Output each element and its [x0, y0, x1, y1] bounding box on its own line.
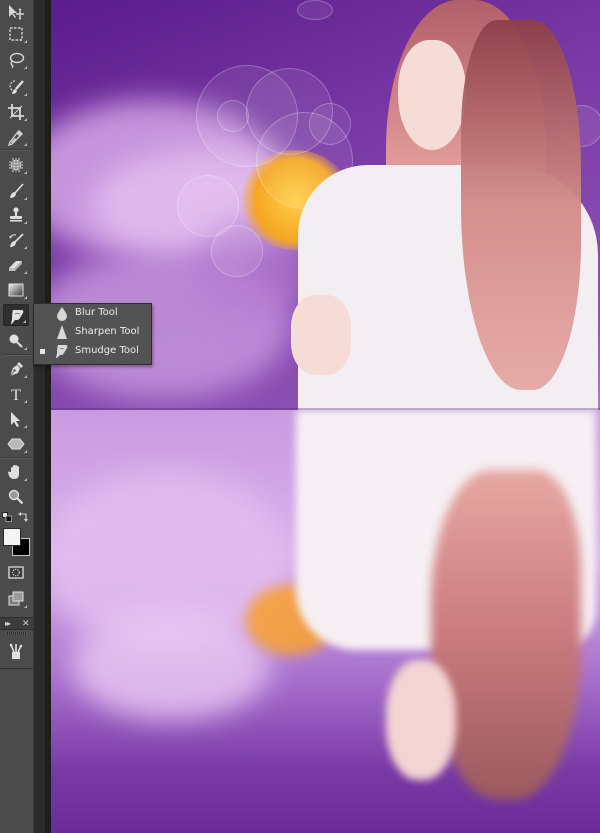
pen-icon: [9, 362, 23, 377]
eraser-icon: [9, 261, 22, 271]
woman-hair-strands: [461, 20, 581, 390]
healing-brush-icon: [9, 158, 23, 172]
collapse-panel-button[interactable]: ▸▸: [5, 618, 11, 629]
panel-divider: [0, 668, 34, 669]
lasso-icon: [9, 52, 25, 69]
selected-indicator: [40, 349, 45, 354]
flyout-item-label: Blur Tool: [75, 307, 118, 318]
tool-lasso[interactable]: [3, 49, 29, 71]
history-brush-icon: [9, 233, 24, 247]
brush-icon: [10, 183, 24, 198]
tool-zoom[interactable]: [3, 486, 29, 508]
dodge-icon: [9, 334, 23, 348]
toolbar-separator: [2, 149, 31, 151]
bokeh-circle: [217, 100, 249, 132]
tool-clone-stamp[interactable]: [3, 204, 29, 226]
quick-selection-icon: [9, 80, 24, 94]
woman-face: [398, 40, 466, 150]
toolbar-separator: [2, 354, 31, 356]
crop-icon: [8, 104, 24, 120]
type-icon: T: [11, 387, 21, 403]
tools-panel: T ▸▸ ✕: [0, 0, 34, 833]
tool-custom-shape[interactable]: [3, 433, 29, 455]
bokeh-circle: [309, 103, 351, 145]
smudge-icon: [11, 310, 24, 324]
tool-move[interactable]: [3, 1, 29, 23]
reflected-hair: [431, 470, 581, 800]
sharpen-cone-icon: [57, 325, 67, 339]
tool-rectangular-marquee[interactable]: [3, 23, 29, 45]
panel-gutter: [34, 0, 51, 833]
tool-pen[interactable]: [3, 358, 29, 380]
tool-smudge[interactable]: [3, 304, 29, 326]
eyedropper-icon: [7, 130, 23, 146]
hand-icon: [8, 465, 19, 479]
woman-hand: [291, 295, 351, 375]
tool-gradient[interactable]: [3, 279, 29, 301]
svg-text:T: T: [11, 387, 21, 403]
flyout-item-sharpen-tool[interactable]: Sharpen Tool: [34, 323, 151, 342]
bokeh-circle: [211, 225, 263, 277]
brushes-panel-icon: [9, 643, 23, 659]
toning-tools-flyout: Blur Tool Sharpen Tool Smudge Tool: [33, 303, 152, 365]
smudge-finger-icon: [56, 345, 68, 358]
tool-spot-healing-brush[interactable]: [3, 154, 29, 176]
tool-quick-mask[interactable]: [3, 562, 29, 584]
tool-path-selection[interactable]: [3, 408, 29, 430]
tool-quick-selection[interactable]: [3, 76, 29, 98]
marquee-icon: [9, 27, 23, 41]
reflected-petal: [71, 610, 271, 720]
flyout-item-blur-tool[interactable]: Blur Tool: [34, 304, 151, 323]
blur-drop-icon: [57, 307, 67, 321]
flyout-item-label: Smudge Tool: [75, 345, 139, 356]
move-icon: [9, 5, 24, 20]
document-canvas[interactable]: [51, 0, 600, 833]
tool-history-brush[interactable]: [3, 229, 29, 251]
flyout-item-label: Sharpen Tool: [75, 326, 140, 337]
reflected-face: [386, 660, 456, 780]
brush-presets-panel-button[interactable]: [3, 640, 29, 662]
clone-stamp-icon: [10, 207, 22, 222]
bokeh-circle: [297, 0, 333, 20]
panel-header: ▸▸ ✕: [0, 617, 34, 630]
tool-eyedropper[interactable]: [3, 126, 29, 148]
water-reflection: [51, 410, 600, 833]
panel-grip[interactable]: [7, 632, 27, 635]
polygon-shape-icon: [7, 438, 25, 450]
gradient-icon: [8, 283, 24, 297]
tool-hand[interactable]: [3, 461, 29, 483]
default-colors-icon[interactable]: [2, 512, 12, 522]
tool-brush[interactable]: [3, 180, 29, 202]
quick-mask-icon: [8, 566, 24, 579]
flyout-item-smudge-tool[interactable]: Smudge Tool: [34, 342, 151, 361]
foreground-color-swatch[interactable]: [3, 528, 21, 546]
screen-mode-icon: [8, 591, 24, 606]
tool-dodge[interactable]: [3, 330, 29, 352]
tool-screen-mode[interactable]: [3, 588, 29, 610]
tool-horizontal-type[interactable]: T: [3, 383, 29, 405]
zoom-icon: [8, 489, 24, 505]
close-panel-button[interactable]: ✕: [22, 618, 30, 629]
tool-eraser[interactable]: [3, 254, 29, 276]
path-selection-icon: [11, 412, 20, 427]
swap-colors-icon[interactable]: [18, 511, 29, 522]
tool-crop[interactable]: [3, 101, 29, 123]
toolbar-separator: [2, 457, 31, 459]
